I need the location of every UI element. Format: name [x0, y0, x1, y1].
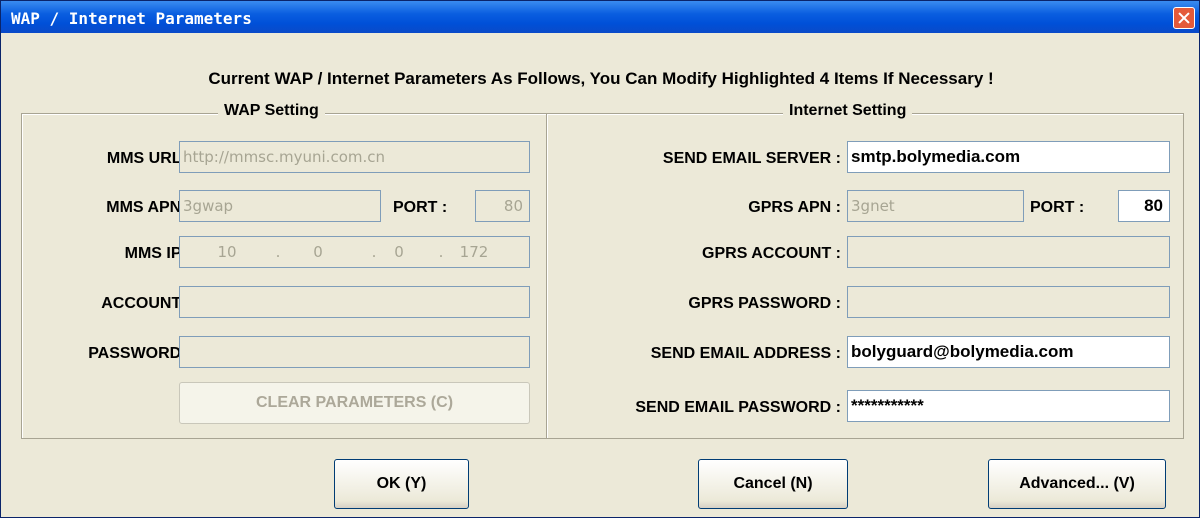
mms-url-field: http://mmsc.myuni.com.cn	[179, 141, 530, 173]
gprs-apn-field: 3gnet	[847, 190, 1024, 222]
advanced-button[interactable]: Advanced... (V)	[988, 459, 1166, 509]
account-field	[179, 286, 530, 318]
mms-ip-octet-1: 10	[217, 243, 237, 261]
gprs-port-field[interactable]: 80	[1118, 190, 1170, 222]
mms-ip-octet-2: 0	[313, 243, 323, 261]
gprs-account-label: GPRS ACCOUNT :	[702, 245, 841, 262]
gprs-apn-label: GPRS APN :	[748, 199, 841, 216]
mms-ip-octet-4: 172	[459, 243, 489, 261]
mms-ip-octet-3: 0	[394, 243, 404, 261]
dialog-window: WAP / Internet Parameters Current WAP / …	[0, 0, 1200, 518]
gprs-account-field	[847, 236, 1170, 268]
mms-port-label: PORT :	[393, 199, 448, 216]
gprs-port-label: PORT :	[1030, 199, 1085, 216]
wap-setting-title: WAP Setting	[218, 102, 325, 120]
instructions-text: Current WAP / Internet Parameters As Fol…	[208, 69, 994, 88]
cancel-button[interactable]: Cancel (N)	[698, 459, 848, 509]
mms-port-field: 80	[475, 190, 530, 222]
title-bar[interactable]: WAP / Internet Parameters	[1, 1, 1199, 33]
gprs-password-field	[847, 286, 1170, 318]
send-email-address-label: SEND EMAIL ADDRESS :	[650, 345, 841, 362]
ok-button[interactable]: OK (Y)	[334, 459, 469, 509]
window-title: WAP / Internet Parameters	[11, 9, 252, 28]
account-label: ACCOUNT :	[101, 295, 191, 312]
gprs-password-label: GPRS PASSWORD :	[688, 295, 841, 312]
send-email-server-field[interactable]: smtp.bolymedia.com	[847, 141, 1170, 173]
mms-ip-field: 10 . 0 . 0 . 172	[179, 236, 530, 268]
wap-setting-group: WAP Setting MMS URL : http://mmsc.myuni.…	[21, 102, 548, 439]
internet-setting-group: Internet Setting SEND EMAIL SERVER : smt…	[546, 102, 1184, 439]
internet-setting-title: Internet Setting	[783, 102, 913, 120]
password-field	[179, 336, 530, 368]
send-email-password-label: SEND EMAIL PASSWORD :	[635, 399, 841, 416]
clear-parameters-button[interactable]: CLEAR PARAMETERS (C)	[179, 382, 530, 424]
mms-apn-field: 3gwap	[179, 190, 381, 222]
send-email-password-field[interactable]: ***********	[847, 390, 1170, 422]
send-email-server-label: SEND EMAIL SERVER :	[662, 150, 841, 167]
close-icon[interactable]	[1173, 7, 1195, 29]
send-email-address-field[interactable]: bolyguard@bolymedia.com	[847, 336, 1170, 368]
password-label: PASSWORD :	[88, 345, 191, 362]
ip-dot: .	[275, 243, 281, 261]
